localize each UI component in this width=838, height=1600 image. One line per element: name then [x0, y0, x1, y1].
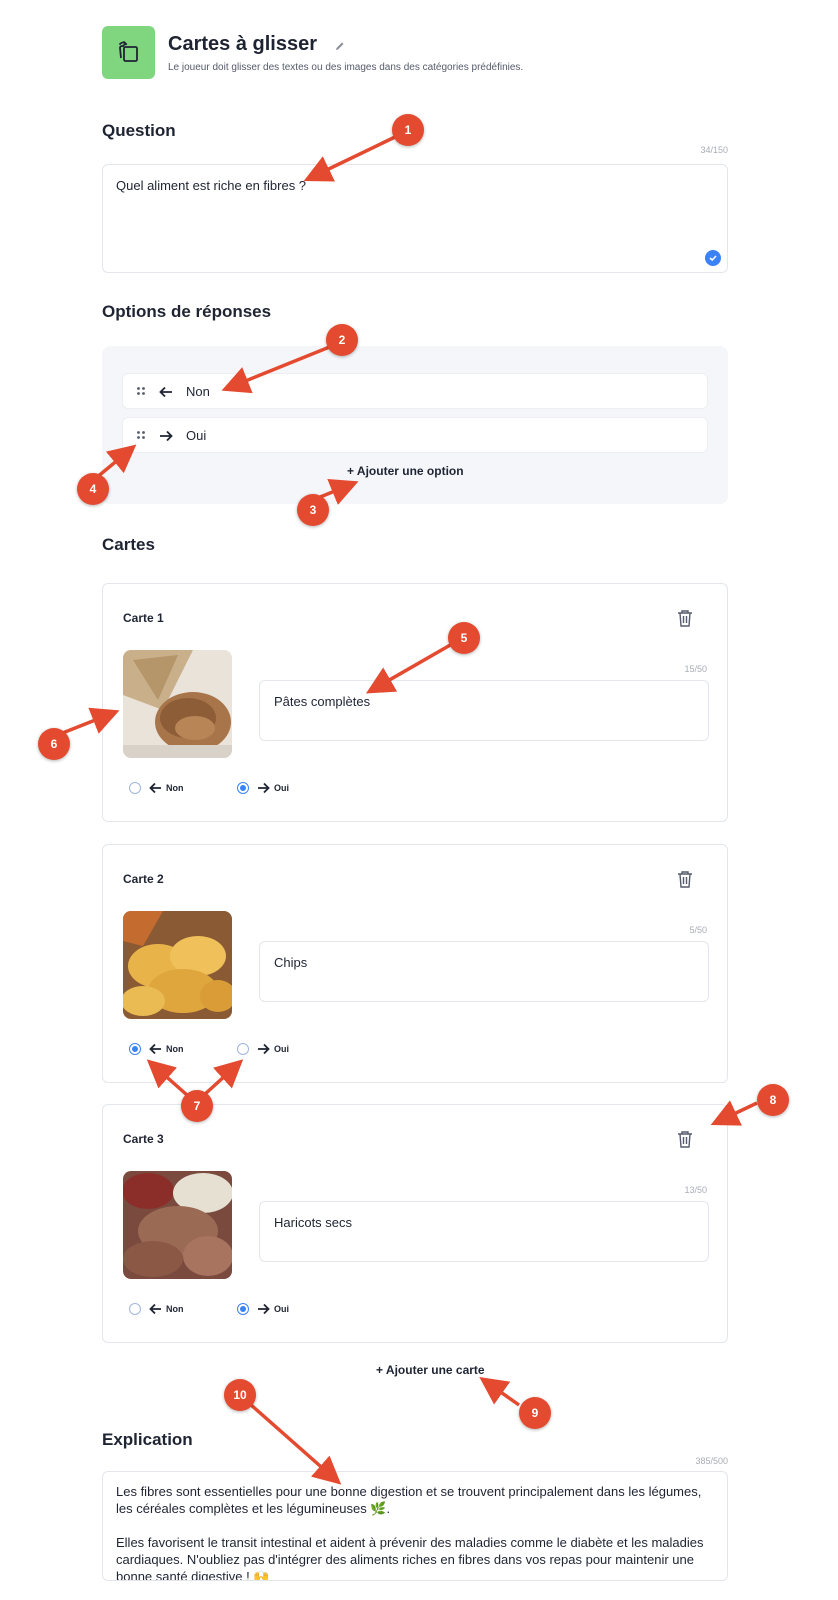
- options-heading: Options de réponses: [102, 302, 272, 321]
- page-title: Cartes à glisser: [168, 33, 317, 55]
- annotation-marker-10: 10: [224, 1379, 256, 1411]
- pencil-icon[interactable]: [334, 40, 346, 52]
- explanation-input[interactable]: Les fibres sont essentielles pour une bo…: [102, 1471, 728, 1581]
- radio-oui[interactable]: Oui: [237, 1303, 289, 1315]
- card-counter: 15/50: [684, 664, 707, 674]
- drag-handle-icon[interactable]: [136, 430, 146, 440]
- arrow-right-icon: [258, 782, 270, 794]
- radio-label: Non: [166, 1304, 184, 1314]
- explanation-heading: Explication: [102, 1430, 193, 1449]
- radio-button[interactable]: [129, 782, 141, 794]
- chips-photo[interactable]: [123, 911, 232, 1019]
- pasta-photo[interactable]: [123, 650, 232, 758]
- radio-button[interactable]: [237, 1043, 249, 1055]
- radio-non[interactable]: Non: [129, 1303, 184, 1315]
- plus-icon: +: [376, 1363, 384, 1377]
- plus-icon: +: [347, 464, 355, 478]
- radio-non[interactable]: Non: [129, 782, 184, 794]
- question-input[interactable]: Quel aliment est riche en fibres ?: [102, 164, 728, 273]
- card-text-input[interactable]: Pâtes complètes: [259, 680, 709, 741]
- annotation-marker-4: 4: [77, 473, 109, 505]
- radio-label: Oui: [274, 1304, 289, 1314]
- radio-non[interactable]: Non: [129, 1043, 184, 1055]
- annotation-marker-8: 8: [757, 1084, 789, 1116]
- arrow-left-icon: [149, 782, 161, 794]
- card-title: Carte 2: [123, 872, 164, 886]
- card-text-input[interactable]: Chips: [259, 941, 709, 1002]
- option-row-non[interactable]: Non: [122, 373, 708, 409]
- arrow-left-icon: [149, 1043, 161, 1055]
- radio-button[interactable]: [237, 782, 249, 794]
- annotation-marker-7: 7: [181, 1090, 213, 1122]
- trash-icon[interactable]: [677, 1130, 693, 1148]
- question-counter: 34/150: [700, 145, 728, 155]
- card-2: Carte 2 5/50 Chips Non Oui: [102, 844, 728, 1083]
- check-icon: [705, 250, 721, 266]
- radio-oui[interactable]: Oui: [237, 1043, 289, 1055]
- options-panel: Non Oui + Ajouter une option: [102, 346, 728, 504]
- page-subtitle: Le joueur doit glisser des textes ou des…: [168, 62, 524, 73]
- card-counter: 5/50: [689, 925, 707, 935]
- card-1: Carte 1 15/50 Pâtes complètes Non Oui: [102, 583, 728, 822]
- arrow-left-icon: [149, 1303, 161, 1315]
- annotation-marker-1: 1: [392, 114, 424, 146]
- option-label: Oui: [186, 428, 207, 443]
- card-text-value: Pâtes complètes: [274, 694, 371, 709]
- arrow-right-icon: [258, 1043, 270, 1055]
- annotation-marker-6: 6: [38, 728, 70, 760]
- add-option-label: Ajouter une option: [356, 464, 464, 478]
- explanation-paragraph: Les fibres sont essentielles pour une bo…: [116, 1484, 702, 1516]
- radio-label: Non: [166, 1044, 184, 1054]
- trash-icon[interactable]: [677, 609, 693, 627]
- annotation-marker-2: 2: [326, 324, 358, 356]
- add-card-label: Ajouter une carte: [385, 1363, 485, 1377]
- beans-photo[interactable]: [123, 1171, 232, 1279]
- cards-heading: Cartes: [102, 535, 155, 554]
- card-text-input[interactable]: Haricots secs: [259, 1201, 709, 1262]
- trash-icon[interactable]: [677, 870, 693, 888]
- radio-label: Oui: [274, 783, 289, 793]
- card-text-value: Chips: [274, 955, 308, 970]
- option-row-oui[interactable]: Oui: [122, 417, 708, 453]
- add-card-button[interactable]: + Ajouter une carte: [376, 1363, 485, 1377]
- swipe-cards-icon: [102, 26, 155, 79]
- card-text-value: Haricots secs: [274, 1215, 353, 1230]
- question-heading: Question: [102, 121, 176, 140]
- card-title: Carte 1: [123, 611, 164, 625]
- radio-button[interactable]: [129, 1043, 141, 1055]
- radio-button[interactable]: [237, 1303, 249, 1315]
- explanation-paragraph: Elles favorisent le transit intestinal e…: [116, 1535, 704, 1581]
- card-title: Carte 3: [123, 1132, 164, 1146]
- card-3: Carte 3 13/50 Haricots secs Non Oui: [102, 1104, 728, 1343]
- option-label: Non: [186, 384, 210, 399]
- arrow-right-icon: [160, 430, 173, 442]
- radio-button[interactable]: [129, 1303, 141, 1315]
- radio-oui[interactable]: Oui: [237, 782, 289, 794]
- annotation-marker-9: 9: [519, 1397, 551, 1429]
- arrow-right-icon: [258, 1303, 270, 1315]
- radio-label: Non: [166, 783, 184, 793]
- card-counter: 13/50: [684, 1185, 707, 1195]
- annotation-marker-3: 3: [297, 494, 329, 526]
- explanation-counter: 385/500: [695, 1456, 728, 1466]
- add-option-button[interactable]: + Ajouter une option: [347, 464, 464, 478]
- drag-handle-icon[interactable]: [136, 386, 146, 396]
- arrow-left-icon: [159, 386, 172, 398]
- annotation-marker-5: 5: [448, 622, 480, 654]
- radio-label: Oui: [274, 1044, 289, 1054]
- question-value: Quel aliment est riche en fibres ?: [116, 178, 307, 193]
